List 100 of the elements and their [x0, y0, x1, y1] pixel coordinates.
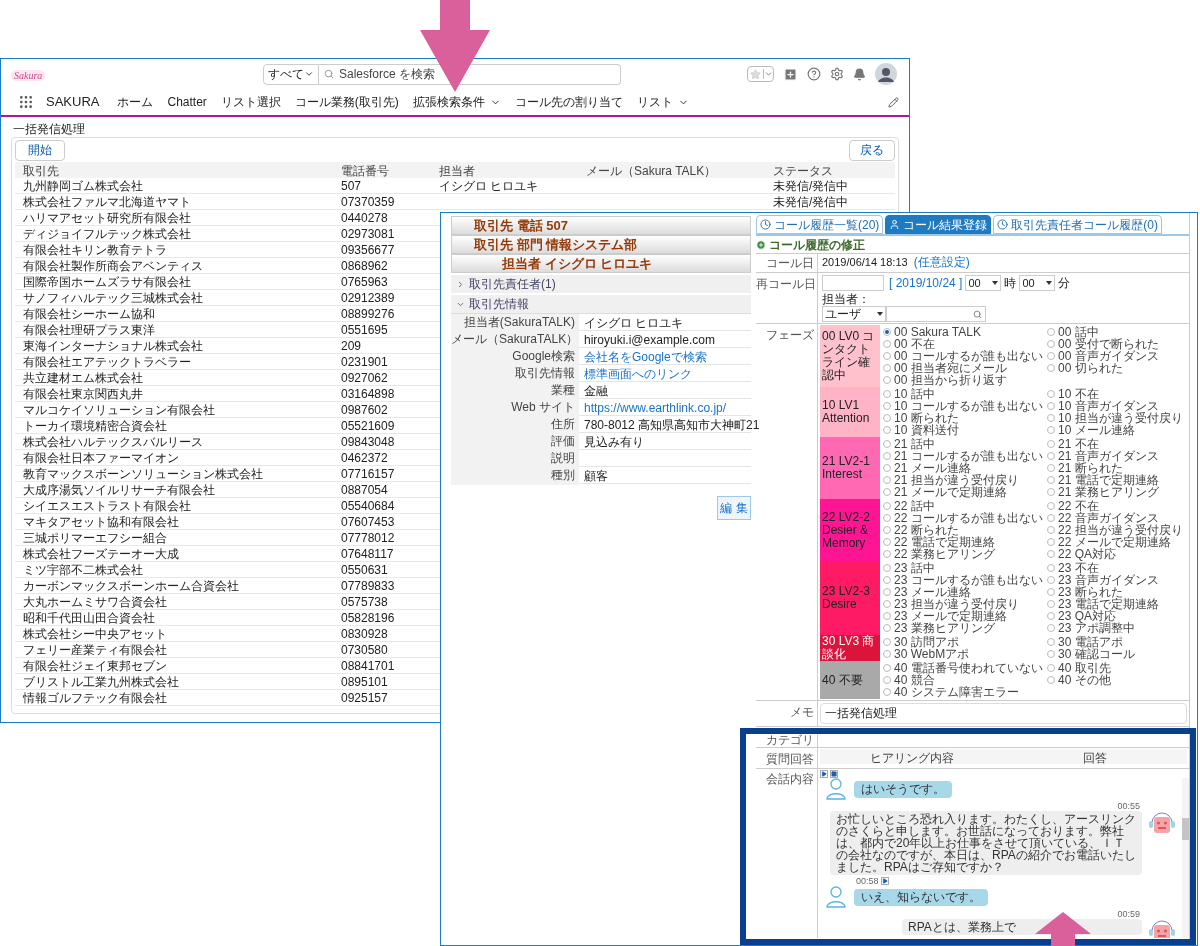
plus-icon[interactable] — [783, 66, 798, 82]
app-logo[interactable]: Sakura — [11, 70, 46, 81]
section-toggle[interactable]: 取引先責任者(1) — [451, 275, 751, 293]
radio-button[interactable] — [883, 328, 891, 336]
edit-icon[interactable] — [888, 96, 899, 108]
field-label: 取引先情報 — [451, 365, 579, 383]
radio-button[interactable] — [883, 476, 891, 484]
radio-button[interactable] — [1047, 664, 1055, 672]
radio-button[interactable] — [1047, 600, 1055, 608]
field-link[interactable]: 標準画面へのリンク — [579, 365, 751, 383]
back-button[interactable]: 戻る — [849, 139, 895, 161]
radio-button[interactable] — [883, 650, 891, 658]
radio-button[interactable] — [1047, 464, 1055, 472]
radio-button[interactable] — [883, 464, 891, 472]
table-cell-text: 大成序湯気ソイルリサーチ有限会社 — [22, 482, 216, 497]
radio-button[interactable] — [883, 550, 891, 558]
radio-button[interactable] — [883, 502, 891, 510]
radio-button[interactable] — [1047, 440, 1055, 448]
radio-button[interactable] — [883, 600, 891, 608]
hour-select[interactable]: 00 — [965, 275, 1002, 291]
radio-button[interactable] — [883, 526, 891, 534]
radio-button[interactable] — [883, 452, 891, 460]
scrollbar[interactable] — [1182, 778, 1189, 938]
radio-button[interactable] — [1047, 526, 1055, 534]
radio-button[interactable] — [1047, 452, 1055, 460]
nav-tab[interactable]: Chatter — [167, 93, 207, 111]
radio-button[interactable] — [1047, 390, 1055, 398]
favorites-button[interactable] — [747, 66, 774, 82]
radio-button[interactable] — [883, 376, 891, 384]
tab[interactable]: 取引先責任者コール履歴(0) — [993, 215, 1162, 234]
radio-button[interactable] — [883, 538, 891, 546]
play-button[interactable] — [820, 770, 828, 778]
nav-tab[interactable]: ホーム — [117, 93, 154, 111]
radio-button[interactable] — [1047, 676, 1055, 684]
radio-button[interactable] — [883, 576, 891, 584]
radio-button[interactable] — [1047, 514, 1055, 522]
nav-tab[interactable]: コール先の割り当て — [514, 93, 623, 111]
radio-button[interactable] — [1047, 426, 1055, 434]
nav-tab[interactable]: リスト選択 — [220, 93, 281, 111]
radio-button[interactable] — [883, 624, 891, 632]
start-button[interactable]: 開始 — [15, 139, 65, 161]
radio-button[interactable] — [883, 514, 891, 522]
bell-icon[interactable] — [853, 67, 866, 81]
radio-button[interactable] — [883, 390, 891, 398]
stop-button[interactable] — [830, 770, 838, 778]
radio-button[interactable] — [883, 364, 891, 372]
radio-button[interactable] — [883, 488, 891, 496]
radio-button[interactable] — [1047, 538, 1055, 546]
owner-type-select[interactable]: ユーザ — [822, 306, 886, 322]
radio-button[interactable] — [1047, 550, 1055, 558]
radio-button[interactable] — [1047, 576, 1055, 584]
radio-button[interactable] — [883, 352, 891, 360]
recall-date-field[interactable] — [822, 275, 884, 291]
radio-button[interactable] — [883, 688, 891, 696]
date-picker-link[interactable]: [ 2019/10/24 ] — [889, 274, 963, 292]
radio-button[interactable] — [1047, 564, 1055, 572]
tab[interactable]: コール結果登録 — [885, 215, 992, 234]
settings-icon[interactable] — [830, 67, 844, 81]
radio-button[interactable] — [883, 588, 891, 596]
radio-button[interactable] — [1047, 588, 1055, 596]
radio-button[interactable] — [1047, 624, 1055, 632]
radio-button[interactable] — [1047, 402, 1055, 410]
radio-button[interactable] — [1047, 488, 1055, 496]
radio-button[interactable] — [1047, 476, 1055, 484]
section-toggle[interactable]: 取引先情報 — [451, 295, 751, 313]
nav-tab[interactable]: リスト — [636, 93, 689, 111]
radio-button[interactable] — [883, 676, 891, 684]
radio-button[interactable] — [1047, 650, 1055, 658]
radio-button[interactable] — [883, 414, 891, 422]
minute-select[interactable]: 00 — [1019, 275, 1056, 291]
field-link[interactable]: https://www.earthlink.co.jp/ — [579, 399, 751, 417]
avatar[interactable] — [875, 63, 897, 85]
radio-button[interactable] — [1047, 328, 1055, 336]
nav-tab[interactable]: コール業務(取引先) — [294, 93, 399, 111]
radio-button[interactable] — [1047, 364, 1055, 372]
radio-button[interactable] — [883, 564, 891, 572]
play-button[interactable] — [880, 877, 889, 885]
radio-button[interactable] — [883, 612, 891, 620]
radio-button[interactable] — [1047, 502, 1055, 510]
nav-tab[interactable]: 拡張検索条件 — [412, 93, 501, 111]
radio-button[interactable] — [1047, 612, 1055, 620]
search-scope-select[interactable]: すべて — [263, 63, 319, 85]
tab[interactable]: コール履歴一覧(20) — [756, 215, 884, 234]
radio-button[interactable] — [883, 664, 891, 672]
radio-button[interactable] — [883, 426, 891, 434]
edit-button[interactable]: 編 集 — [717, 496, 751, 520]
radio-button[interactable] — [883, 340, 891, 348]
call-date-link[interactable]: (任意設定) — [913, 253, 970, 271]
help-icon[interactable] — [807, 67, 821, 81]
app-launcher-icon[interactable] — [18, 94, 34, 110]
radio-button[interactable] — [883, 638, 891, 646]
memo-field[interactable]: 一括発信処理 — [820, 703, 1187, 724]
radio-button[interactable] — [883, 440, 891, 448]
field-link[interactable]: 会社名をGoogleで検索 — [579, 348, 751, 366]
radio-button[interactable] — [1047, 638, 1055, 646]
radio-button[interactable] — [1047, 340, 1055, 348]
owner-search-field[interactable] — [886, 306, 986, 322]
radio-button[interactable] — [1047, 414, 1055, 422]
radio-button[interactable] — [883, 402, 891, 410]
radio-button[interactable] — [1047, 352, 1055, 360]
